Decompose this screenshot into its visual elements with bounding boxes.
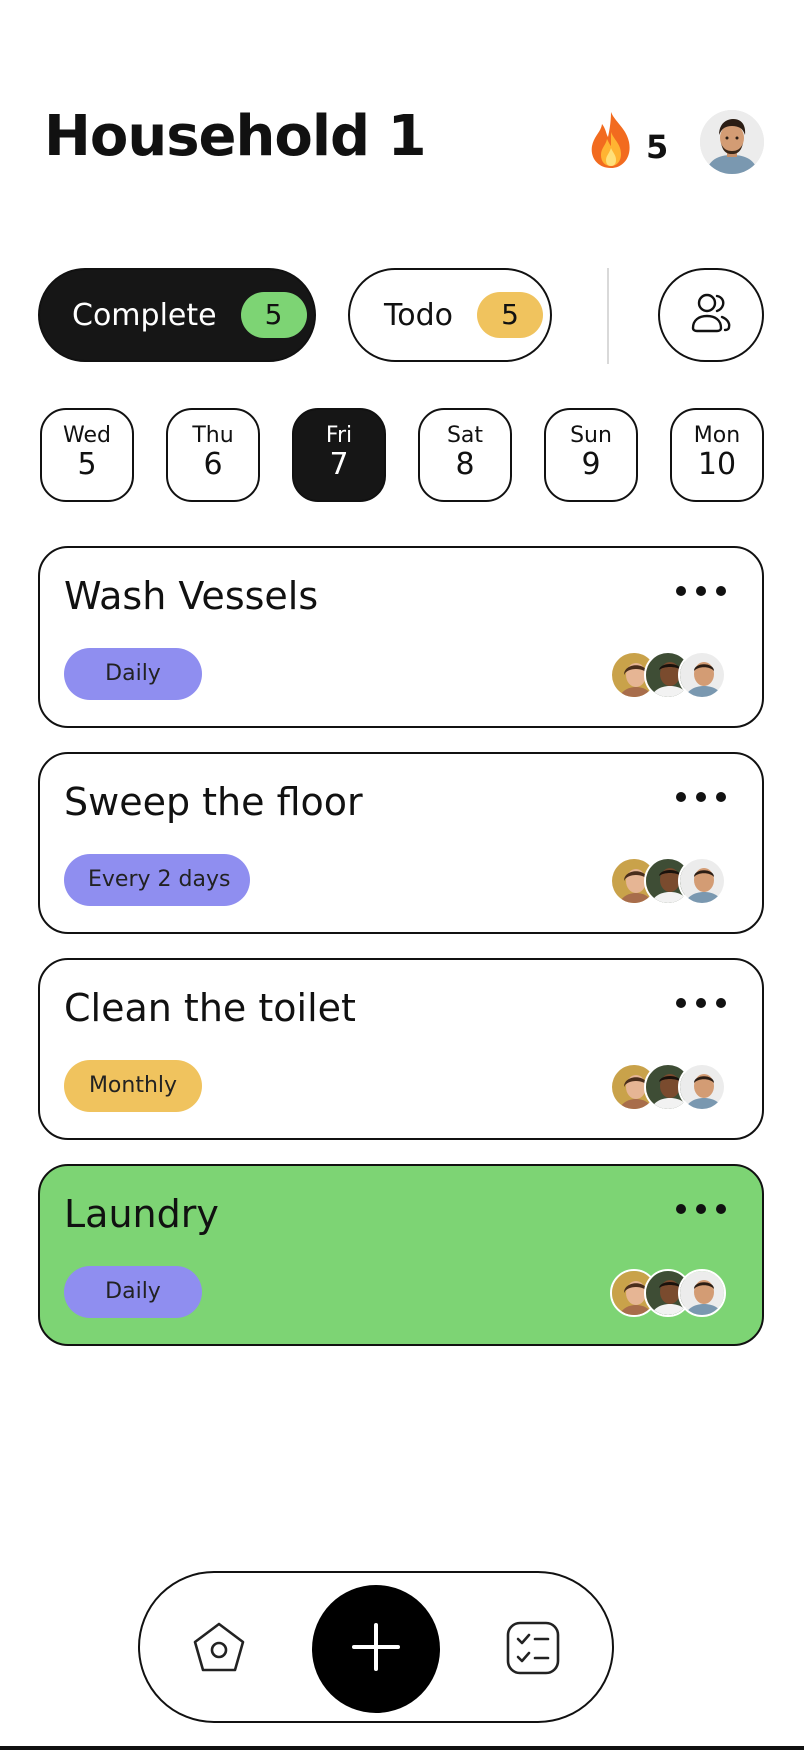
plus-icon [350,1621,402,1677]
task-card[interactable]: Wash Vessels Daily [38,546,764,728]
day-name: Sat [446,423,484,448]
day-name: Mon [693,423,741,448]
more-icon[interactable] [676,990,726,1016]
add-task-button[interactable] [312,1585,440,1713]
avatar[interactable] [700,110,764,174]
day-thu[interactable]: Thu 6 [166,408,260,502]
day-number: 7 [329,447,349,482]
complete-count-badge: 5 [240,292,307,338]
more-icon[interactable] [676,784,726,810]
members-button[interactable] [658,268,764,362]
day-number: 10 [697,447,737,482]
streak-indicator: 5 [586,110,669,174]
task-card-complete[interactable]: Laundry Daily [38,1164,764,1346]
users-icon [688,290,734,340]
assignee-avatars [610,857,726,907]
day-name: Wed [63,423,111,448]
day-sun[interactable]: Sun 9 [544,408,638,502]
assignee-avatars [610,651,726,701]
page-title: Household 1 [44,104,427,169]
streak-count: 5 [646,128,669,166]
day-number: 9 [581,447,601,482]
frequency-badge: Every 2 days [64,854,250,906]
assignee-avatars [610,1063,726,1113]
complete-label: Complete [72,297,217,333]
frequency-badge: Monthly [64,1060,202,1112]
frequency-badge: Daily [64,1266,202,1318]
todo-label: Todo [384,297,453,333]
more-icon[interactable] [676,578,726,604]
day-name: Sun [570,423,612,448]
bottom-edge [0,1746,804,1750]
fire-icon [586,110,636,174]
filter-row: Complete 5 Todo 5 [38,268,766,364]
task-card[interactable]: Sweep the floor Every 2 days [38,752,764,934]
avatar [678,1269,726,1317]
day-fri[interactable]: Fri 7 [292,408,386,502]
assignee-avatars [610,1269,726,1319]
avatar [678,857,726,905]
day-number: 8 [455,447,475,482]
todo-count-badge: 5 [476,292,543,338]
frequency-badge: Daily [64,648,202,700]
day-mon[interactable]: Mon 10 [670,408,764,502]
task-title: Clean the toilet [64,986,356,1030]
divider [607,268,609,364]
bottom-nav [138,1571,614,1723]
task-card[interactable]: Clean the toilet Monthly [38,958,764,1140]
complete-filter-button[interactable]: Complete 5 [38,268,316,362]
todo-filter-button[interactable]: Todo 5 [348,268,552,362]
day-number: 6 [203,447,223,482]
task-title: Wash Vessels [64,574,319,618]
day-selector: Wed 5 Thu 6 Fri 7 Sat 8 Sun 9 Mon 10 [40,408,764,502]
day-wed[interactable]: Wed 5 [40,408,134,502]
more-icon[interactable] [676,1196,726,1222]
avatar [678,1063,726,1111]
home-icon[interactable] [186,1615,252,1681]
day-number: 5 [77,447,97,482]
checklist-icon[interactable] [500,1615,566,1681]
day-sat[interactable]: Sat 8 [418,408,512,502]
day-name: Thu [192,423,234,448]
avatar [678,651,726,699]
header: Household 1 5 [44,104,764,184]
task-title: Sweep the floor [64,780,363,824]
day-name: Fri [325,423,353,448]
task-title: Laundry [64,1192,219,1236]
